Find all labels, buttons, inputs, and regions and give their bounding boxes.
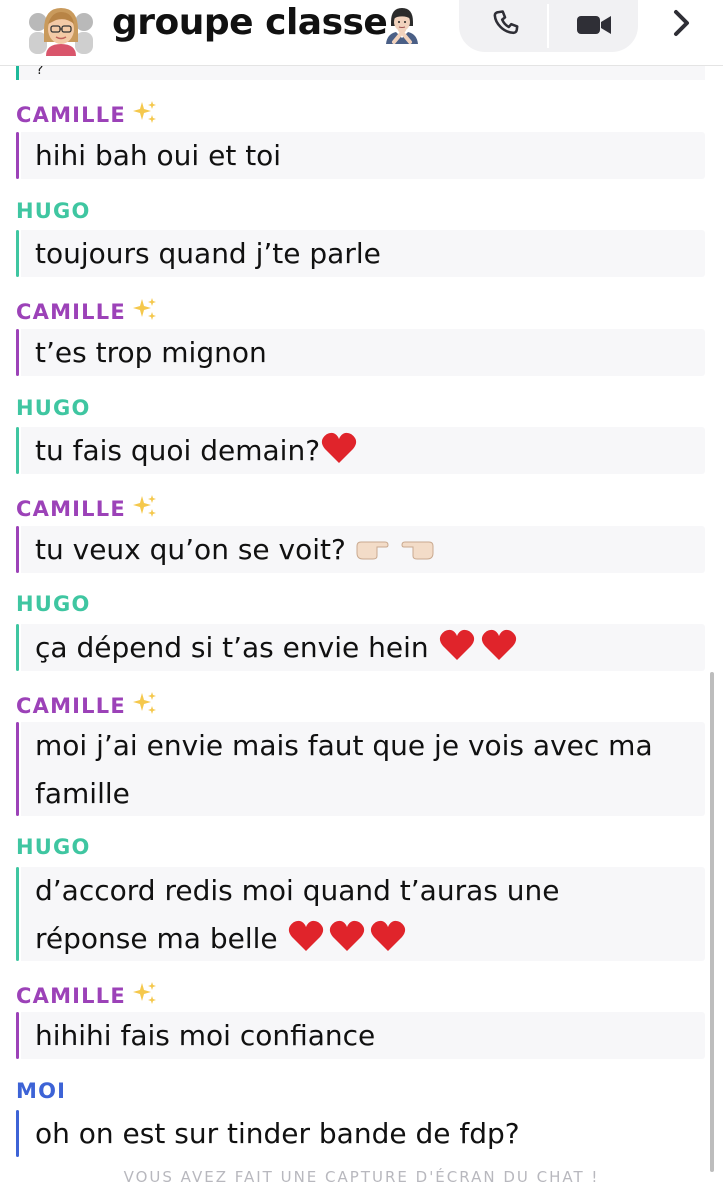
previous-message-bubble xyxy=(19,66,705,80)
message-item[interactable]: ça dépend si t’as envie hein xyxy=(16,624,705,671)
sender-name-moi: MOI xyxy=(16,1078,66,1104)
sparkles-icon xyxy=(132,690,158,722)
call-divider xyxy=(547,4,549,48)
sender-label: CAMILLE xyxy=(16,300,126,324)
sender-color-bar xyxy=(16,427,19,474)
message-text: hihihi fais moi confiance xyxy=(35,1019,376,1052)
message-text-row: d’accord redis moi quand t’auras une rép… xyxy=(35,867,595,968)
next-chat-button[interactable] xyxy=(660,0,704,46)
pointing-hands-icon xyxy=(355,531,435,579)
group-avatar[interactable] xyxy=(26,2,96,56)
sparkles-icon xyxy=(132,99,158,131)
sender-label: CAMILLE xyxy=(16,103,126,127)
sender-name-camille: CAMILLE xyxy=(16,493,158,521)
message-item[interactable]: tu fais quoi demain? xyxy=(16,427,705,474)
screenshot-notice: VOUS AVEZ FAIT UNE CAPTURE D'ÉCRAN DU CH… xyxy=(123,1168,600,1186)
chevron-right-icon xyxy=(674,10,689,36)
sender-color-bar xyxy=(16,526,19,573)
video-call-button[interactable] xyxy=(555,0,633,50)
sender-label: HUGO xyxy=(16,835,91,859)
sender-label: CAMILLE xyxy=(16,694,126,718)
three-red-hearts-icon xyxy=(287,919,407,968)
message-item[interactable]: t’es trop mignon xyxy=(16,329,705,376)
chat-title[interactable]: groupe classe xyxy=(112,2,388,43)
sender-name-camille: CAMILLE xyxy=(16,980,158,1008)
message-text: moi j’ai envie mais faut que je vois ave… xyxy=(35,729,662,810)
sender-label: CAMILLE xyxy=(16,497,126,521)
message-text-row: tu fais quoi demain? xyxy=(35,427,695,480)
sender-color-bar xyxy=(16,722,19,816)
message-text: hihi bah oui et toi xyxy=(35,139,282,172)
sender-name-camille: CAMILLE xyxy=(16,99,158,127)
two-red-hearts-icon xyxy=(438,628,520,677)
message-item[interactable]: d’accord redis moi quand t’auras une rép… xyxy=(16,867,705,961)
sparkles-icon xyxy=(132,980,158,1012)
sender-color-bar xyxy=(16,230,19,277)
message-text: tu veux qu’on se voit? xyxy=(35,533,355,566)
phone-call-button[interactable] xyxy=(470,0,544,50)
message-item[interactable]: tu veux qu’on se voit? xyxy=(16,526,705,573)
message-text: ça dépend si t’as envie hein xyxy=(35,631,438,664)
phone-icon xyxy=(493,10,519,35)
sender-color-bar xyxy=(16,1012,19,1059)
sender-label: CAMILLE xyxy=(16,984,126,1008)
sender-name-camille: CAMILLE xyxy=(16,690,158,718)
message-text-row: tu veux qu’on se voit? xyxy=(35,526,695,579)
sparkles-icon xyxy=(132,296,158,328)
sender-name-camille: CAMILLE xyxy=(16,296,158,324)
sender-label: HUGO xyxy=(16,199,91,223)
sender-label: HUGO xyxy=(16,592,91,616)
sender-color-bar xyxy=(16,132,19,179)
person-gesturing-no-emoji xyxy=(382,4,422,44)
message-text: t’es trop mignon xyxy=(35,336,267,369)
sender-label: MOI xyxy=(16,1079,67,1103)
red-heart-icon xyxy=(320,431,358,480)
chat-scrollbar[interactable] xyxy=(710,672,714,1172)
sender-color-bar xyxy=(16,1110,19,1157)
video-camera-icon xyxy=(577,16,611,34)
sender-name-hugo: HUGO xyxy=(16,834,91,860)
sender-color-bar xyxy=(16,867,19,961)
sender-color-bar xyxy=(16,329,19,376)
sender-name-hugo: HUGO xyxy=(16,591,91,617)
message-item[interactable]: hihi bah oui et toi xyxy=(16,132,705,179)
message-item[interactable]: moi j’ai envie mais faut que je vois ave… xyxy=(16,722,705,816)
message-item[interactable]: hihihi fais moi confiance xyxy=(16,1012,705,1059)
message-text: tu fais quoi demain? xyxy=(35,434,321,467)
chat-header: groupe classe xyxy=(0,0,723,66)
message-text-row: ça dépend si t’as envie hein xyxy=(35,624,695,677)
message-item[interactable]: toujours quand j’te parle xyxy=(16,230,705,277)
sender-color-bar xyxy=(16,624,19,671)
message-text: toujours quand j’te parle xyxy=(35,237,381,270)
sender-name-hugo: HUGO xyxy=(16,198,91,224)
message-item[interactable]: oh on est sur tinder bande de fdp? xyxy=(16,1110,705,1157)
sparkles-icon xyxy=(132,493,158,525)
previous-message-bar xyxy=(16,66,19,80)
previous-message-remnant: ? xyxy=(0,66,708,80)
sender-label: HUGO xyxy=(16,396,91,420)
previous-message-text: ? xyxy=(36,66,44,78)
sender-name-hugo: HUGO xyxy=(16,395,91,421)
message-text: oh on est sur tinder bande de fdp? xyxy=(35,1117,520,1150)
